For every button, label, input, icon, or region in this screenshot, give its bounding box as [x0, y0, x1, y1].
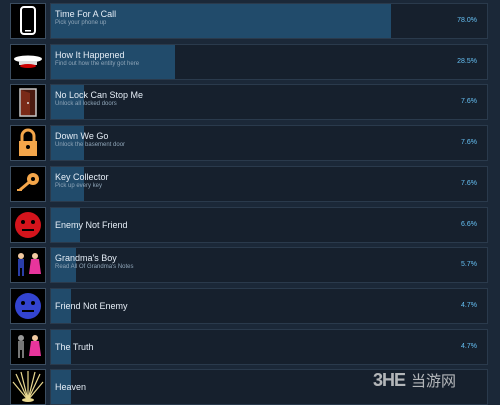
achievement-progress-bar: Key Collector Pick up every key 7.6%	[50, 166, 488, 202]
achievement-row-the-truth[interactable]: The Truth 4.7%	[10, 329, 488, 365]
ufo-icon	[10, 44, 46, 80]
achievement-title: No Lock Can Stop Me	[55, 90, 144, 100]
achievement-percent: 28.5%	[457, 58, 477, 65]
achievement-title: How It Happened	[55, 50, 125, 60]
achievement-description: Unlock the basement door	[55, 142, 126, 148]
achievement-title: Down We Go	[55, 131, 109, 141]
achievement-row-grandma-s-boy[interactable]: Grandma's Boy Read All Of Grandma's Notes…	[10, 247, 488, 283]
achievement-progress-bar: The Truth 4.7%	[50, 329, 488, 365]
figures-icon	[10, 329, 46, 365]
achievement-description: Find out how the entity got here	[55, 61, 140, 67]
achievement-row-down-we-go[interactable]: Down We Go Unlock the basement door 7.6%	[10, 125, 488, 161]
achievement-percent: 4.7%	[461, 343, 477, 350]
achievement-progress-bar: How It Happened Find out how the entity g…	[50, 44, 488, 80]
phone-icon	[10, 3, 46, 39]
boy-and-grandma-icon	[10, 247, 46, 283]
achievement-title: Key Collector	[55, 172, 109, 182]
achievement-title: The Truth	[55, 342, 94, 352]
achievement-row-friend-not-enemy[interactable]: Friend Not Enemy 4.7%	[10, 288, 488, 324]
achievement-row-enemy-not-friend[interactable]: Enemy Not Friend 6.6%	[10, 207, 488, 243]
achievement-description: Read All Of Grandma's Notes	[55, 264, 134, 270]
achievement-description: Pick up every key	[55, 183, 103, 189]
achievement-percent: 78.0%	[457, 17, 477, 24]
achievement-title: Friend Not Enemy	[55, 301, 128, 311]
red-face-icon	[10, 207, 46, 243]
watermark-logo: 3HE 当游网	[373, 370, 456, 391]
achievement-percent: 4.7%	[461, 302, 477, 309]
achievement-progress-bar: Grandma's Boy Read All Of Grandma's Notes…	[50, 247, 488, 283]
achievement-row-how-it-happened[interactable]: How It Happened Find out how the entity g…	[10, 44, 488, 80]
achievement-description: Unlock all locked doors	[55, 101, 117, 107]
achievement-title: Heaven	[55, 382, 87, 392]
achievement-progress-bar: Friend Not Enemy 4.7%	[50, 288, 488, 324]
achievement-percent: 5.7%	[461, 261, 477, 268]
achievement-progress-bar: Down We Go Unlock the basement door 7.6%	[50, 125, 488, 161]
achievement-progress-bar: No Lock Can Stop Me Unlock all locked doo…	[50, 84, 488, 120]
key-icon	[10, 166, 46, 202]
achievement-description: Pick your phone up	[55, 20, 107, 26]
achievement-percent: 7.6%	[461, 139, 477, 146]
achievement-title: Time For A Call	[55, 9, 117, 19]
achievement-title: Enemy Not Friend	[55, 220, 128, 230]
padlock-icon	[10, 125, 46, 161]
achievement-percent: 6.6%	[461, 221, 477, 228]
light-rays-icon	[10, 369, 46, 405]
achievement-percent: 7.6%	[461, 180, 477, 187]
blue-face-icon	[10, 288, 46, 324]
achievement-progress-bar: Time For A Call Pick your phone up 78.0%	[50, 3, 488, 39]
achievement-row-key-collector[interactable]: Key Collector Pick up every key 7.6%	[10, 166, 488, 202]
achievement-row-time-for-a-call[interactable]: Time For A Call Pick your phone up 78.0%	[10, 3, 488, 39]
watermark-mark: 3HE	[373, 370, 406, 390]
watermark-text: 当游网	[411, 373, 457, 390]
achievement-row-no-lock-can-stop-me[interactable]: No Lock Can Stop Me Unlock all locked doo…	[10, 84, 488, 120]
achievement-title: Grandma's Boy	[55, 253, 117, 263]
achievement-progress-bar: Enemy Not Friend 6.6%	[50, 207, 488, 243]
achievement-percent: 7.6%	[461, 98, 477, 105]
door-icon	[10, 84, 46, 120]
